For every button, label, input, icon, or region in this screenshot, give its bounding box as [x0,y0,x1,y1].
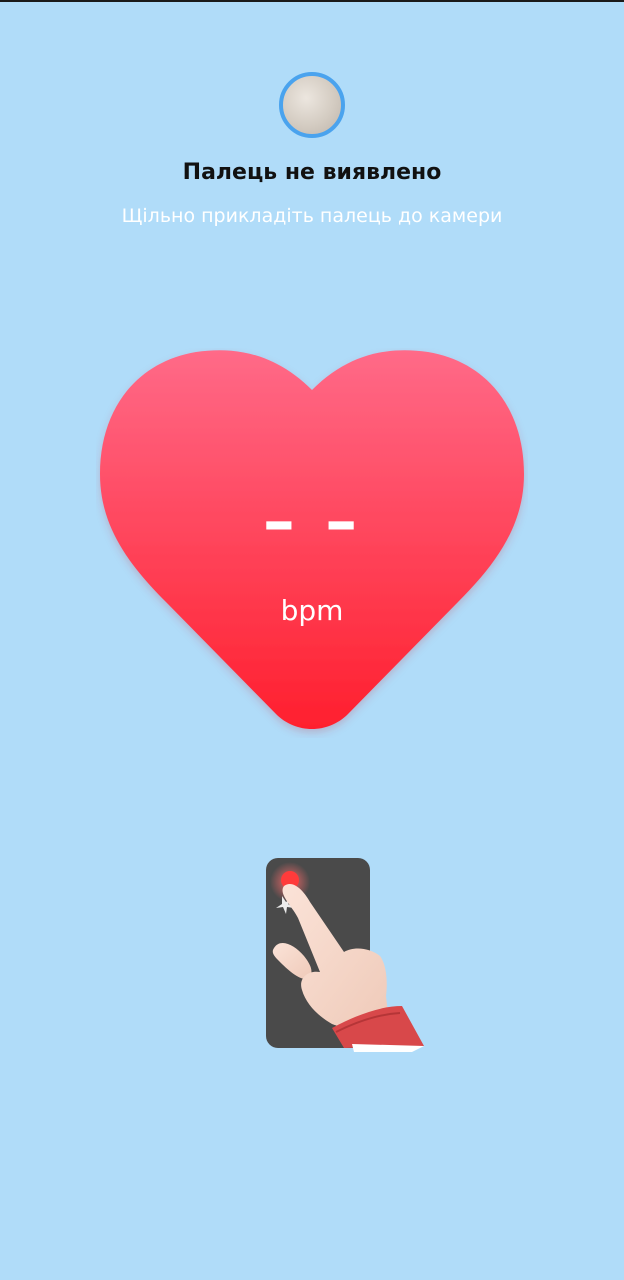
bpm-value: – – [262,485,362,559]
camera-preview [279,72,345,138]
status-hint: Щільно прикладіть палець до камери [121,205,503,227]
status-title: Палець не виявлено [182,160,442,185]
finger-on-camera-illustration [262,856,428,1052]
status-bar-edge [0,0,624,2]
bpm-unit: bpm [280,594,344,627]
